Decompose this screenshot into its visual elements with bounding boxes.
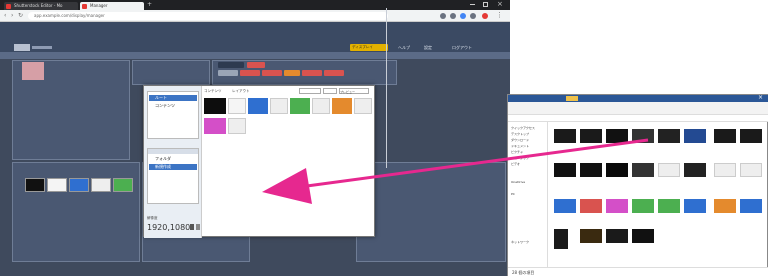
drag-arrow	[262, 138, 649, 204]
arrow-head	[262, 168, 312, 204]
arrow-shaft	[291, 138, 649, 190]
